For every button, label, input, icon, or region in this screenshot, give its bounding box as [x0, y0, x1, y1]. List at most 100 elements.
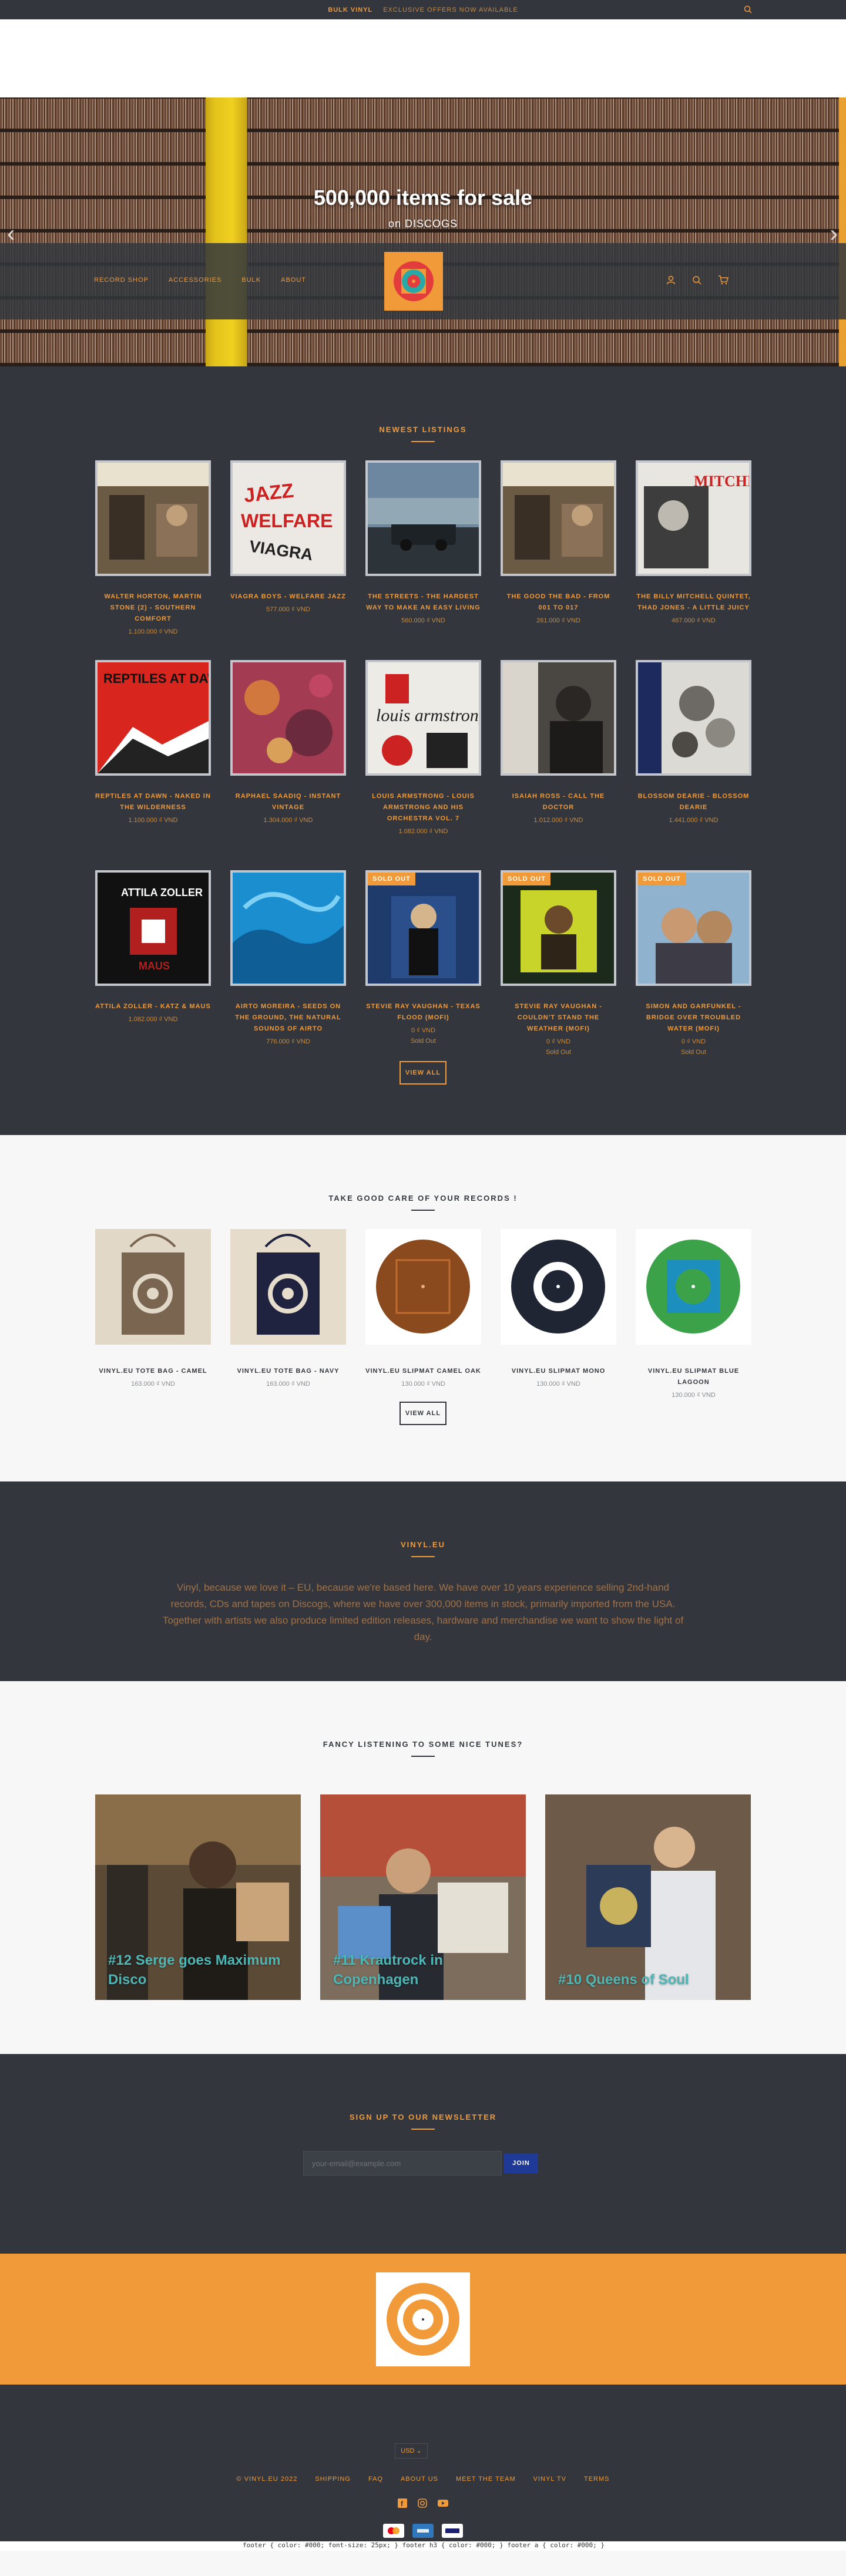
search-icon[interactable]	[692, 275, 701, 288]
product-card[interactable]: AIRTO MOREIRA - SEEDS ON THE GROUND, THE…	[230, 870, 346, 1056]
product-image[interactable]	[95, 1229, 211, 1345]
product-image[interactable]: ATTILA ZOLLER MAUS	[95, 870, 211, 986]
product-image[interactable]	[501, 460, 616, 576]
product-image[interactable]: louis armstrong	[365, 660, 481, 776]
footer-link-about[interactable]: ABOUT US	[401, 2476, 438, 2483]
product-image[interactable]	[230, 660, 346, 776]
product-card[interactable]: THE STREETS - THE HARDEST WAY TO MAKE AN…	[365, 460, 481, 635]
product-title[interactable]: SIMON AND GARFUNKEL - BRIDGE OVER TROUBL…	[636, 1001, 751, 1035]
product-card[interactable]: ATTILA ZOLLER MAUS ATTILA ZOLLER - KATZ &…	[95, 870, 211, 1056]
product-title[interactable]: LOUIS ARMSTRONG - LOUIS ARMSTRONG AND HI…	[365, 791, 481, 824]
product-image[interactable]	[636, 660, 751, 776]
product-image[interactable]	[365, 1229, 481, 1345]
instagram-icon[interactable]	[418, 2498, 427, 2511]
product-image[interactable]: MITCHELL	[636, 460, 751, 576]
product-card[interactable]: ISAIAH ROSS - CALL THE DOCTOR 1.012.000 …	[501, 660, 616, 835]
product-card[interactable]: WALTER HORTON, MARTIN STONE (2) - SOUTHE…	[95, 460, 211, 635]
product-title[interactable]: VINYL.EU SLIPMAT BLUE LAGOON	[636, 1366, 751, 1388]
account-icon[interactable]	[666, 275, 676, 288]
product-title[interactable]: VINYL.EU TOTE BAG - CAMEL	[95, 1366, 211, 1377]
product-card[interactable]: MITCHELL THE BILLY MITCHELL QUINTET, THA…	[636, 460, 751, 635]
product-title[interactable]: STEVIE RAY VAUGHAN - COULDN'T STAND THE …	[501, 1001, 616, 1035]
product-image[interactable]: JAZZ WELFARE VIAGRA	[230, 460, 346, 576]
product-card[interactable]: JAZZ WELFARE VIAGRA VIAGRA BOYS - WELFARE …	[230, 460, 346, 635]
search-icon[interactable]	[744, 5, 752, 15]
cart-icon[interactable]	[718, 275, 728, 288]
product-image[interactable]	[501, 660, 616, 776]
hero-slideshow[interactable]: 500,000 items for sale on DISCOGS ‹ › RE…	[0, 97, 846, 366]
footer-link-faq[interactable]: FAQ	[368, 2476, 383, 2483]
currency-selector[interactable]: USD ⌄	[395, 2443, 428, 2459]
product-card[interactable]: THE GOOD THE BAD - FROM 001 TO 017 261.0…	[501, 460, 616, 635]
playlist-tile[interactable]: #10 Queens of Soul	[545, 1794, 751, 2000]
view-all-button[interactable]: VIEW ALL	[400, 1061, 446, 1085]
product-card[interactable]: VINYL.EU TOTE BAG - NAVY 163.000 ₫ VND	[230, 1229, 346, 1399]
product-title[interactable]: THE GOOD THE BAD - FROM 001 TO 017	[501, 591, 616, 614]
product-price: 0 ₫ VND	[411, 1027, 436, 1034]
product-card[interactable]: SOLD OUT STEVIE RAY VAUGHAN - COULDN'T S…	[501, 870, 616, 1056]
product-title[interactable]: VINYL.EU TOTE BAG - NAVY	[230, 1366, 346, 1377]
footer-link-terms[interactable]: TERMS	[584, 2476, 610, 2483]
product-card[interactable]: VINYL.EU SLIPMAT MONO 130.000 ₫ VND	[501, 1229, 616, 1399]
product-image[interactable]	[230, 1229, 346, 1345]
product-card[interactable]: SOLD OUT STEVIE RAY VAUGHAN - TEXAS FLOO…	[365, 870, 481, 1056]
announcement-bar[interactable]: BULK VINYL EXCLUSIVE OFFERS NOW AVAILABL…	[0, 0, 846, 19]
care-section: TAKE GOOD CARE OF YOUR RECORDS ! VINYL.E…	[0, 1135, 846, 1481]
product-card[interactable]: VINYL.EU SLIPMAT CAMEL OAK 130.000 ₫ VND	[365, 1229, 481, 1399]
product-image[interactable]	[501, 1229, 616, 1345]
product-card[interactable]: VINYL.EU SLIPMAT BLUE LAGOON 130.000 ₫ V…	[636, 1229, 751, 1399]
nav-about[interactable]: ABOUT	[281, 277, 306, 284]
youtube-icon[interactable]	[438, 2498, 448, 2511]
product-title[interactable]: VIAGRA BOYS - WELFARE JAZZ	[230, 591, 346, 602]
site-logo[interactable]	[384, 252, 443, 311]
nav-record-shop[interactable]: RECORD SHOP	[94, 277, 149, 284]
product-title[interactable]: STEVIE RAY VAUGHAN - TEXAS FLOOD (MOFI)	[365, 1001, 481, 1023]
product-title[interactable]: THE STREETS - THE HARDEST WAY TO MAKE AN…	[365, 591, 481, 614]
product-title[interactable]: REPTILES AT DAWN - NAKED IN THE WILDERNE…	[95, 791, 211, 813]
nav-accessories[interactable]: ACCESSORIES	[169, 277, 221, 284]
product-image[interactable]: SOLD OUT	[636, 870, 751, 986]
footer-logo[interactable]	[376, 2272, 470, 2366]
view-all-button[interactable]: VIEW ALL	[400, 1402, 446, 1425]
divider	[411, 441, 435, 442]
svg-text:ATTILA ZOLLER: ATTILA ZOLLER	[121, 887, 203, 898]
visa-icon	[442, 2524, 463, 2538]
product-title[interactable]: BLOSSOM DEARIE - BLOSSOM DEARIE	[636, 791, 751, 813]
product-card[interactable]: RAPHAEL SAADIQ - INSTANT VINTAGE 1.304.0…	[230, 660, 346, 835]
product-title[interactable]: WALTER HORTON, MARTIN STONE (2) - SOUTHE…	[95, 591, 211, 625]
email-field[interactable]	[303, 2151, 502, 2176]
product-title[interactable]: ISAIAH ROSS - CALL THE DOCTOR	[501, 791, 616, 813]
facebook-icon[interactable]: f	[398, 2498, 407, 2511]
product-image[interactable]	[636, 1229, 751, 1345]
footer-link-shipping[interactable]: SHIPPING	[315, 2476, 351, 2483]
product-image[interactable]: SOLD OUT	[365, 870, 481, 986]
product-title[interactable]: RAPHAEL SAADIQ - INSTANT VINTAGE	[230, 791, 346, 813]
product-title[interactable]: ATTILA ZOLLER - KATZ & MAUS	[95, 1001, 211, 1012]
product-title[interactable]: VINYL.EU SLIPMAT MONO	[501, 1366, 616, 1377]
footer-link-team[interactable]: MEET THE TEAM	[456, 2476, 516, 2483]
product-image[interactable]: SOLD OUT	[501, 870, 616, 986]
product-card[interactable]: BLOSSOM DEARIE - BLOSSOM DEARIE 1.441.00…	[636, 660, 751, 835]
product-image[interactable]: REPTILES AT DAWN	[95, 660, 211, 776]
playlist-tile[interactable]: #12 Serge goes Maximum Disco	[95, 1794, 301, 2000]
product-price: 467.000 ₫ VND	[672, 617, 716, 624]
playlist-tile[interactable]: #11 Krautrock in Copenhagen	[320, 1794, 526, 2000]
product-title[interactable]: AIRTO MOREIRA - SEEDS ON THE GROUND, THE…	[230, 1001, 346, 1035]
product-price: 163.000 ₫ VND	[131, 1380, 175, 1388]
product-price: 130.000 ₫ VND	[672, 1392, 716, 1399]
product-image[interactable]	[230, 870, 346, 986]
product-image[interactable]	[95, 460, 211, 576]
product-title[interactable]: THE BILLY MITCHELL QUINTET, THAD JONES -…	[636, 591, 751, 614]
footer-link-vinyl-tv[interactable]: VINYL TV	[533, 2476, 566, 2483]
hero-edge	[839, 97, 846, 366]
newsletter-section: SIGN UP TO OUR NEWSLETTER JOIN	[0, 2054, 846, 2254]
product-card[interactable]: REPTILES AT DAWN REPTILES AT DAWN - NAKE…	[95, 660, 211, 835]
join-button[interactable]: JOIN	[504, 2153, 538, 2173]
product-title[interactable]: VINYL.EU SLIPMAT CAMEL OAK	[365, 1366, 481, 1377]
product-card[interactable]: louis armstrong LOUIS ARMSTRONG - LOUIS …	[365, 660, 481, 835]
nav-bulk[interactable]: BULK	[241, 277, 261, 284]
product-price: 130.000 ₫ VND	[401, 1380, 445, 1388]
product-card[interactable]: VINYL.EU TOTE BAG - CAMEL 163.000 ₫ VND	[95, 1229, 211, 1399]
product-card[interactable]: SOLD OUT SIMON AND GARFUNKEL - BRIDGE OV…	[636, 870, 751, 1056]
product-image[interactable]	[365, 460, 481, 576]
